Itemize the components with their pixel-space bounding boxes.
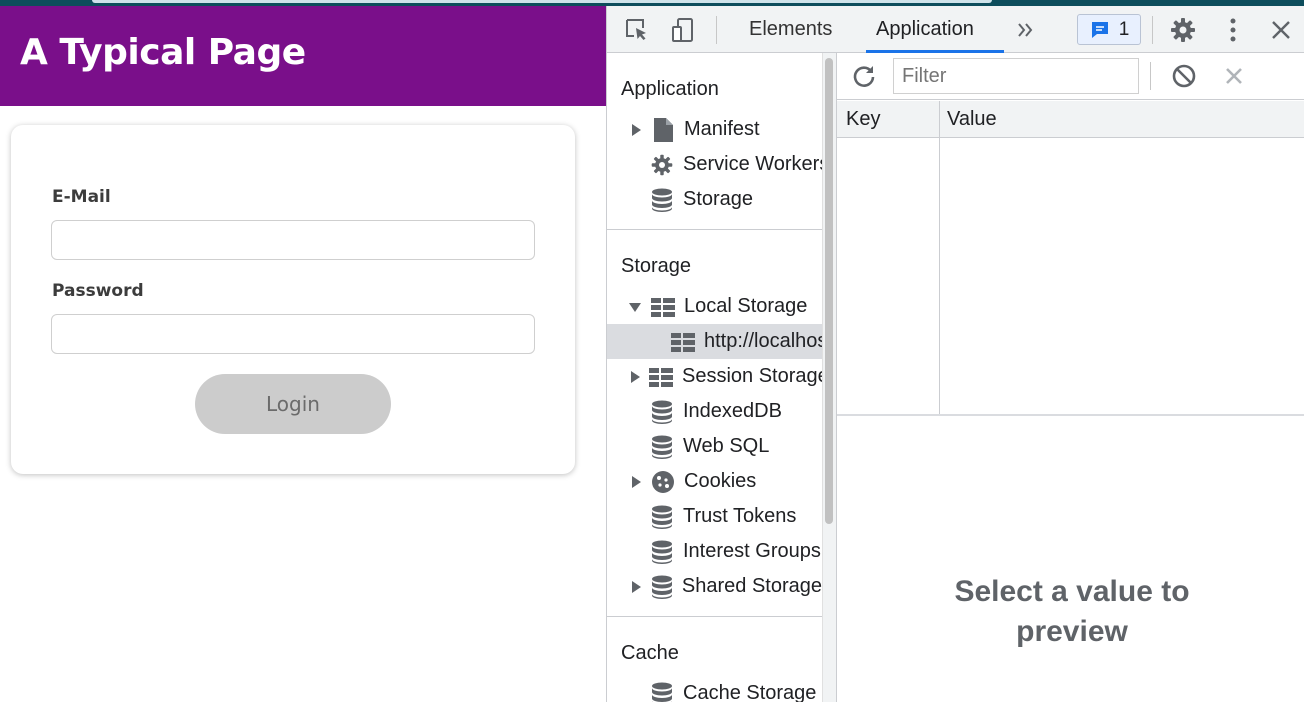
storage-toolbar: [837, 53, 1304, 100]
device-toolbar-icon[interactable]: [669, 16, 697, 44]
issues-count: 1: [1118, 18, 1130, 40]
expand-arrow-icon[interactable]: [630, 370, 640, 383]
sidebar-item-local-storage[interactable]: Local Storage: [607, 289, 822, 324]
database-icon: [650, 575, 673, 599]
sidebar-item-web-sql[interactable]: Web SQL: [607, 429, 822, 464]
login-button[interactable]: Login: [195, 374, 391, 434]
expand-arrow-icon[interactable]: [630, 580, 641, 593]
more-options-icon[interactable]: [1219, 16, 1247, 44]
sidebar-item-label: Local Storage: [684, 295, 808, 317]
toolbar-separator: [1150, 62, 1151, 90]
grid-icon: [651, 295, 675, 319]
sidebar-item-storage[interactable]: Storage: [607, 182, 822, 217]
sidebar-item-label: Session Storage: [682, 365, 822, 387]
tab-application[interactable]: Application: [876, 18, 974, 41]
sidebar-item-cookies[interactable]: Cookies: [607, 464, 822, 499]
sidebar-item-cache-storage[interactable]: Cache Storage: [607, 676, 822, 702]
column-header-value[interactable]: Value: [947, 108, 997, 131]
tab-elements[interactable]: Elements: [749, 18, 832, 41]
sidebar-item-label: Storage: [683, 188, 754, 210]
section-title-cache: Cache: [621, 642, 679, 664]
sidebar-item-shared-storage[interactable]: Shared Storage: [607, 569, 822, 604]
sidebar-item-session-storage[interactable]: Session Storage: [607, 359, 822, 394]
password-label: Password: [52, 281, 144, 301]
database-icon: [650, 400, 674, 424]
page-header: A Typical Page: [0, 6, 606, 106]
sidebar-item-manifest[interactable]: Manifest: [607, 112, 822, 147]
devtools-toolbar: Elements Application 1: [607, 6, 1304, 53]
column-header-key[interactable]: Key: [846, 108, 880, 131]
document-icon: [651, 117, 675, 142]
email-label: E-Mail: [52, 187, 111, 207]
sidebar-item-label: Cookies: [684, 470, 757, 492]
toolbar-separator: [1152, 16, 1153, 44]
clear-all-icon[interactable]: [1171, 63, 1199, 91]
section-divider: [607, 229, 822, 230]
table-header: Key Value: [837, 101, 1304, 138]
toolbar-separator: [716, 16, 717, 44]
more-tabs-chevron-icon[interactable]: [1014, 18, 1042, 46]
refresh-icon[interactable]: [851, 63, 879, 91]
database-icon: [650, 505, 674, 529]
filter-input[interactable]: [893, 58, 1139, 94]
message-icon: [1091, 21, 1108, 38]
sidebar-item-label: IndexedDB: [683, 400, 782, 422]
inspect-element-icon[interactable]: [623, 16, 651, 44]
sidebar-item-localhost[interactable]: http://localhost: [607, 324, 822, 359]
grid-icon: [671, 330, 695, 354]
cookie-icon: [651, 470, 675, 494]
collapse-arrow-icon[interactable]: [629, 301, 641, 313]
password-field[interactable]: [51, 314, 535, 354]
sidebar-item-label: Service Workers: [683, 153, 822, 175]
storage-view: Key Value Select a value to preview: [837, 53, 1304, 702]
sidebar-item-label: Manifest: [684, 118, 760, 140]
close-icon[interactable]: [1267, 16, 1295, 44]
section-title-application: Application: [621, 78, 719, 100]
page-title: A Typical Page: [20, 32, 306, 73]
expand-arrow-icon[interactable]: [630, 475, 642, 488]
database-icon: [650, 435, 674, 459]
sidebar-item-label: Web SQL: [683, 435, 770, 457]
preview-split-handle[interactable]: [837, 414, 1304, 416]
delete-selected-icon[interactable]: [1221, 63, 1249, 91]
database-icon: [650, 682, 674, 702]
section-title-storage: Storage: [621, 255, 692, 277]
sidebar-item-label: Shared Storage: [681, 575, 822, 597]
sidebar-item-service-workers[interactable]: Service Workers: [607, 147, 822, 182]
sidebar-item-trust-tokens[interactable]: Trust Tokens: [607, 499, 822, 534]
database-icon: [650, 188, 674, 212]
sidebar-item-indexeddb[interactable]: IndexedDB: [607, 394, 822, 429]
sidebar-scrollbar-thumb[interactable]: [825, 58, 833, 524]
preview-placeholder: Select a value to preview: [954, 575, 1190, 648]
section-divider: [607, 616, 822, 617]
sidebar-item-interest-groups[interactable]: Interest Groups: [607, 534, 822, 569]
settings-gear-icon[interactable]: [1169, 16, 1197, 44]
sidebar-item-label: Interest Groups: [683, 540, 821, 562]
gear-icon: [650, 153, 674, 177]
application-sidebar: Application Manifest Service Workers Sto…: [607, 53, 822, 702]
expand-arrow-icon[interactable]: [630, 123, 642, 136]
issues-button[interactable]: 1: [1077, 14, 1141, 45]
browser-address-edge: [92, 0, 992, 3]
column-divider: [939, 101, 940, 414]
grid-icon: [649, 365, 673, 389]
database-icon: [650, 540, 674, 564]
email-field[interactable]: [51, 220, 535, 260]
web-page: A Typical Page E-Mail Password Login: [0, 6, 606, 702]
sidebar-item-label: Trust Tokens: [683, 505, 797, 527]
login-card: E-Mail Password Login: [11, 125, 575, 474]
sidebar-item-label: http://localhost: [704, 330, 822, 352]
sidebar-item-label: Cache Storage: [683, 682, 817, 702]
devtools-panel: Elements Application 1 Application Manif…: [606, 6, 1304, 702]
